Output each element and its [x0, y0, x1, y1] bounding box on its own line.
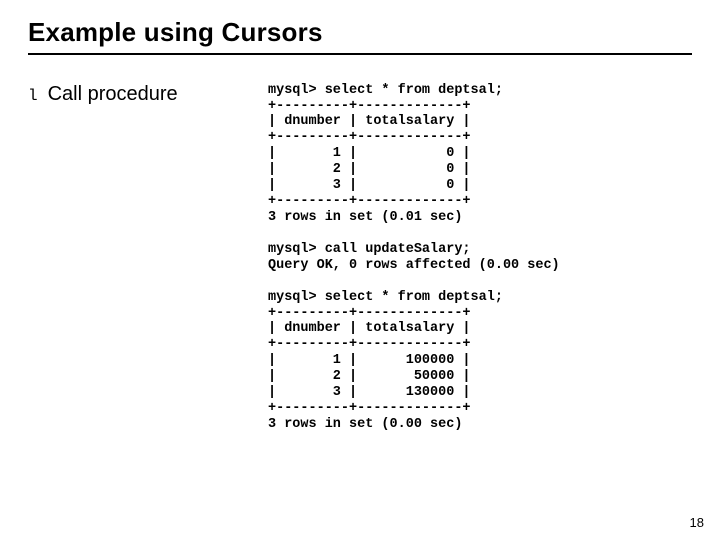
bullet-list: l Call procedure — [28, 83, 268, 106]
title-underline — [28, 53, 692, 55]
slide-body: l Call procedure mysql> select * from de… — [28, 83, 692, 433]
code-block: mysql> select * from deptsal; +---------… — [268, 83, 560, 433]
bullet-marker: l — [28, 86, 38, 104]
slide: Example using Cursors l Call procedure m… — [0, 0, 720, 540]
bullet-text: Call procedure — [48, 83, 178, 106]
bullet-item: l Call procedure — [28, 83, 268, 106]
page-number: 18 — [690, 515, 704, 530]
slide-title: Example using Cursors — [28, 18, 692, 47]
